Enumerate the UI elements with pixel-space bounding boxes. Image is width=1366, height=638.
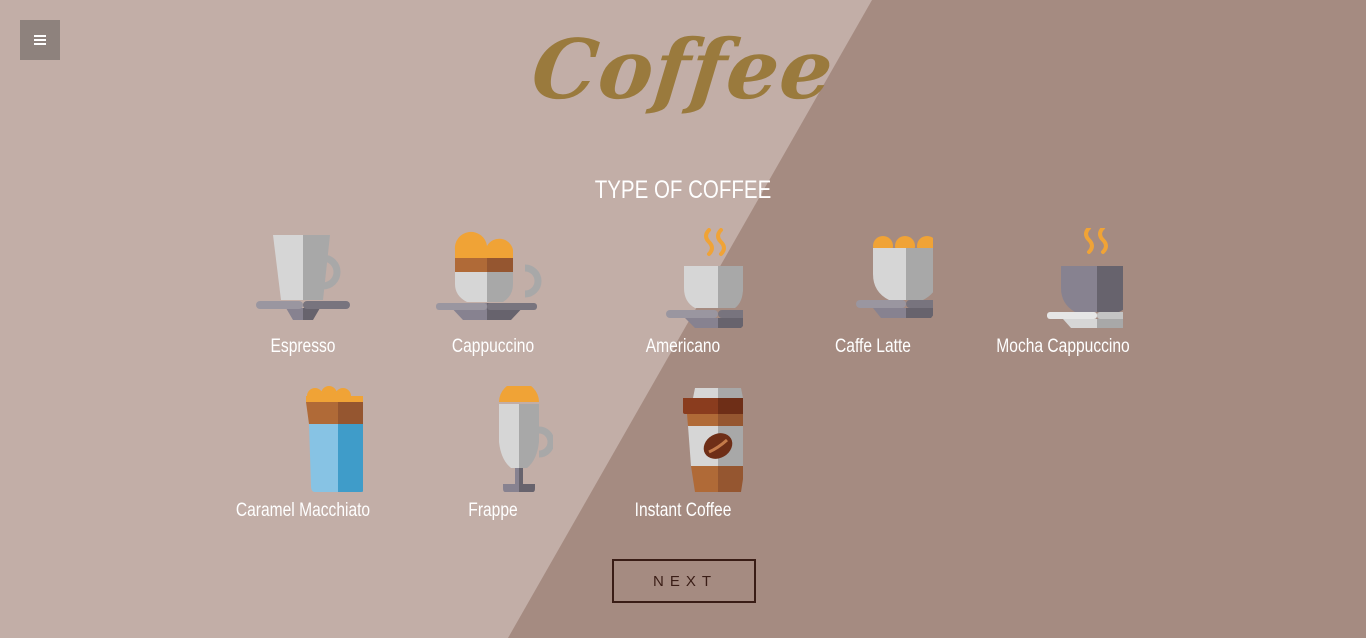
coffee-option-cappuccino[interactable]: Cappuccino [398,228,588,358]
coffee-label: Cappuccino [451,336,535,357]
coffee-label: Caffe Latte [835,336,911,357]
cappuccino-cup-icon [436,231,542,320]
coffee-option-instant-coffee[interactable]: Instant Coffee [588,386,778,522]
coffee-option-caffe-latte[interactable]: Caffe Latte [778,228,968,358]
coffee-option-americano[interactable]: Americano [588,228,778,358]
page-title: Coffee [527,22,839,118]
coffee-option-mocha-cappuccino[interactable]: Mocha Cappuccino [968,228,1158,358]
mocha-cup-icon [1047,228,1123,328]
coffee-option-espresso[interactable]: Espresso [208,228,398,358]
section-heading: TYPE OF COFFEE [594,176,772,204]
frappe-glass-icon [499,386,553,492]
takeaway-cup-icon [683,388,743,492]
coffee-option-caramel-macchiato[interactable]: Caramel Macchiato [208,386,398,522]
coffee-option-frappe[interactable]: Frappe [398,386,588,522]
coffee-label: Caramel Macchiato [235,500,371,521]
coffee-label: Espresso [270,336,336,357]
next-button[interactable]: NEXT [612,559,756,603]
coffee-label: Americano [645,336,721,357]
coffee-label: Frappe [468,500,518,521]
espresso-cup-icon [256,235,350,320]
coffee-label: Instant Coffee [634,500,732,521]
coffee-label: Mocha Cappuccino [996,336,1130,357]
macchiato-glass-icon [306,386,363,492]
latte-cup-icon [856,236,933,318]
americano-cup-icon [666,228,743,328]
